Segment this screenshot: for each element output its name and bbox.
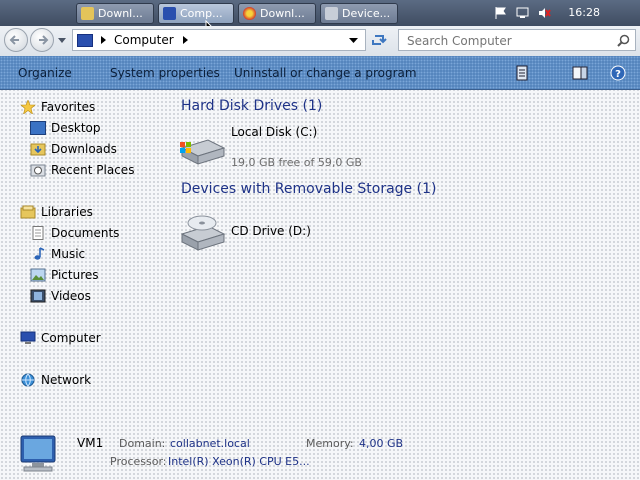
nav-libraries[interactable]: Libraries <box>20 205 93 219</box>
network-icon[interactable] <box>516 7 529 19</box>
action-center-flag-icon[interactable] <box>494 7 507 19</box>
back-button[interactable] <box>4 28 28 52</box>
nav-label: Favorites <box>41 100 96 114</box>
group-title-removable-storage[interactable]: Devices with Removable Storage (1) <box>181 181 436 197</box>
nav-videos[interactable]: Videos <box>30 289 91 303</box>
taskbar-button-label: Device... <box>342 7 391 20</box>
processor-label: Processor: <box>110 455 167 468</box>
computer-monitor-icon <box>20 435 56 472</box>
breadcrumb-arrow-icon[interactable] <box>98 35 110 45</box>
nav-label: Recent Places <box>51 163 135 177</box>
memory-value: 4,00 GB <box>359 437 404 450</box>
taskbar-button-device-manager[interactable]: Device... <box>320 3 398 24</box>
device-manager-icon <box>325 7 338 20</box>
nav-computer[interactable]: Computer <box>20 331 101 345</box>
clock[interactable]: 16:28 <box>568 6 600 19</box>
system-tray <box>470 0 640 26</box>
nav-label: Network <box>41 373 92 387</box>
computer-name: VM1 <box>77 436 104 450</box>
volume-muted-icon[interactable] <box>538 7 551 19</box>
command-bar: Organize System properties Uninstall or … <box>0 56 640 90</box>
nav-label: Desktop <box>51 121 101 135</box>
hard-drive-icon <box>180 139 226 165</box>
navigation-pane: Favorites Desktop Downloads Recent Place… <box>0 89 160 419</box>
computer-icon <box>163 7 176 20</box>
svg-text:?: ? <box>615 69 621 80</box>
recent-places-icon <box>30 164 46 177</box>
taskbar-button-label: Downl... <box>260 7 305 20</box>
search-input[interactable] <box>405 31 619 51</box>
nav-downloads[interactable]: Downloads <box>30 142 117 156</box>
nav-label: Computer <box>41 331 101 345</box>
search-icon[interactable] <box>617 34 630 47</box>
address-toolbar: Computer <box>0 26 640 56</box>
recent-pages-chevron-icon[interactable] <box>58 37 67 44</box>
nav-recent-places[interactable]: Recent Places <box>30 163 134 177</box>
taskbar: Downl... Comp... Downl... Device... 16:2… <box>0 0 640 47</box>
group-title-hard-disk-drives[interactable]: Hard Disk Drives (1) <box>181 98 322 114</box>
taskbar-button-label: Comp... <box>180 7 223 20</box>
local-disk-free-space: 19,0 GB free of 59,0 GB <box>231 156 362 169</box>
forward-arrow-icon <box>39 35 49 45</box>
local-disk-label: Local Disk (C:) <box>231 125 318 139</box>
refresh-icon[interactable] <box>370 31 388 49</box>
nav-music[interactable]: Music <box>30 247 85 261</box>
taskbar-button-downloads-folder[interactable]: Downl... <box>76 3 154 24</box>
view-options-icon[interactable] <box>516 65 528 81</box>
preview-pane-icon[interactable] <box>572 66 588 80</box>
computer-icon <box>77 33 93 47</box>
star-icon <box>20 100 36 114</box>
system-properties-button[interactable]: System properties <box>110 66 220 80</box>
videos-icon <box>30 289 46 303</box>
browser-icon <box>243 7 256 20</box>
document-icon <box>32 226 44 240</box>
taskbar-button-browser-downloads[interactable]: Downl... <box>238 3 316 24</box>
nav-network[interactable]: Network <box>20 373 91 387</box>
details-pane: VM1 Domain: collabnet.local Memory: 4,00… <box>0 424 640 480</box>
computer-icon <box>20 331 36 344</box>
desktop-icon <box>30 121 46 135</box>
help-icon[interactable]: ? <box>610 65 626 81</box>
cd-drive-icon <box>180 215 226 251</box>
libraries-icon <box>20 205 36 219</box>
forward-button[interactable] <box>30 28 54 52</box>
address-dropdown-icon[interactable] <box>349 37 359 45</box>
nav-label: Libraries <box>41 205 93 219</box>
nav-label: Documents <box>51 226 120 240</box>
taskbar-button-label: Downl... <box>98 7 143 20</box>
memory-label: Memory: <box>306 437 354 450</box>
organize-button[interactable]: Organize <box>18 66 72 80</box>
pictures-icon <box>30 268 46 282</box>
nav-label: Pictures <box>51 268 99 282</box>
breadcrumb-arrow-icon[interactable] <box>180 35 192 45</box>
address-bar[interactable]: Computer <box>72 29 366 51</box>
breadcrumb-computer[interactable]: Computer <box>114 33 174 47</box>
nav-documents[interactable]: Documents <box>30 226 119 240</box>
uninstall-program-button[interactable]: Uninstall or change a program <box>234 66 417 80</box>
nav-label: Music <box>51 247 86 261</box>
nav-label: Videos <box>51 289 91 303</box>
search-box[interactable] <box>398 29 636 51</box>
domain-label: Domain: <box>119 437 166 450</box>
processor-value: Intel(R) Xeon(R) CPU E5... <box>168 455 310 468</box>
nav-pictures[interactable]: Pictures <box>30 268 99 282</box>
nav-label: Downloads <box>51 142 117 156</box>
folder-download-icon <box>81 7 94 20</box>
network-globe-icon <box>21 373 35 387</box>
cd-drive-label: CD Drive (D:) <box>231 224 311 238</box>
music-note-icon <box>34 247 45 260</box>
nav-favorites[interactable]: Favorites <box>20 100 95 114</box>
nav-desktop[interactable]: Desktop <box>30 121 101 135</box>
domain-value: collabnet.local <box>170 437 250 450</box>
downloads-folder-icon <box>30 143 46 156</box>
back-arrow-icon <box>9 35 19 45</box>
